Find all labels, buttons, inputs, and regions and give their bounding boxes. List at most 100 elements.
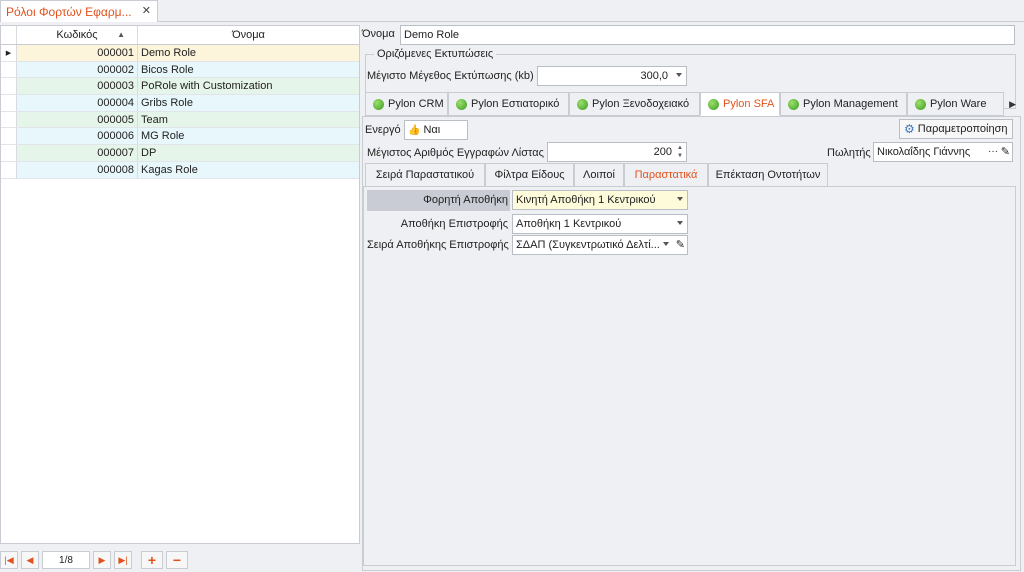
tab-label: Pylon SFA [723,98,775,110]
print-settings-group-title: Οριζόμενες Εκτυπώσεις [374,48,497,60]
table-row[interactable]: 000008 Kagas Role [1,161,359,179]
settings-button[interactable]: ⚙ Παραμετροποίηση [899,119,1013,139]
status-dot-icon [373,98,384,110]
active-label: Ενεργό [365,124,401,136]
tab-document-series[interactable]: Σειρά Παραστατικού [365,163,485,187]
row-indicator [1,128,17,145]
cell-code[interactable]: 000006 [17,128,138,145]
edit-pencil-icon[interactable]: ✎ [1001,145,1010,158]
cell-code[interactable]: 000007 [17,145,138,161]
previous-record-icon[interactable]: ◀ [21,551,39,569]
cell-code[interactable]: 000003 [17,78,138,95]
max-records-stepper[interactable]: 200 ▲ ▼ [547,142,687,162]
tab-documents[interactable]: Παραστατικά [624,163,708,187]
row-indicator [1,161,17,178]
cell-name[interactable]: DP [138,145,359,161]
return-series-value: ΣΔΑΠ (Συγκεντρωτικό Δελτί... [516,239,660,251]
cell-code[interactable]: 000002 [17,61,138,78]
stepper-arrows-icon[interactable]: ▲ ▼ [676,144,684,160]
row-indicator [1,145,17,161]
tab-label: Pylon Ware [930,98,987,110]
table-row[interactable]: 000003 PoRole with Customization [1,78,359,96]
active-value: Ναι [423,124,441,136]
tab-label: Επέκταση Οντοτήτων [715,169,821,181]
tab-label: Παραστατικά [634,169,698,181]
cell-name[interactable]: MG Role [138,128,359,145]
tab-other[interactable]: Λοιποί [574,163,624,187]
tab-pylon-management[interactable]: Pylon Management [780,92,907,116]
chevron-down-icon[interactable] [677,197,683,201]
edit-pencil-icon[interactable]: ✎ [676,238,685,251]
gear-icon: ⚙ [904,122,915,136]
delete-record-icon[interactable]: − [166,551,188,569]
ellipsis-button[interactable]: ··· [988,146,998,157]
column-header-code-label: Κωδικός [56,29,98,41]
max-print-value: 300,0 [640,70,668,82]
tab-entity-extension[interactable]: Επέκταση Οντοτήτων [708,163,828,187]
column-header-name[interactable]: Όνομα [138,26,359,44]
close-icon[interactable]: ✕ [142,4,151,17]
tab-pylon-ware[interactable]: Pylon Ware [907,92,1004,116]
tab-pylon-crm[interactable]: Pylon CRM [365,92,448,116]
store-label: Φορητή Αποθήκη [423,194,508,206]
thumbs-up-icon: 👍 [408,124,421,136]
row-indicator [1,95,17,111]
tab-label: Λοιποί [583,169,615,181]
table-row[interactable]: 000005 Team [1,111,359,129]
record-count: 1/8 [42,551,90,569]
tab-pylon-hotel[interactable]: Pylon Ξενοδοχειακό [569,92,700,116]
return-series-select[interactable]: ΣΔΑΠ (Συγκεντρωτικό Δελτί... ✎ [512,235,688,255]
tab-label: Σειρά Παραστατικού [375,169,475,181]
return-store-value: Αποθήκη 1 Κεντρικού [516,218,622,230]
tab-pylon-sfa[interactable]: Pylon SFA [700,92,780,116]
cell-name[interactable]: Kagas Role [138,161,359,178]
last-record-icon[interactable]: ▶| [114,551,132,569]
grid-header: Κωδικός ▲ Όνομα [1,26,359,45]
chevron-down-icon[interactable] [663,242,669,246]
max-print-field[interactable]: 300,0 [537,66,687,86]
table-row[interactable]: 000006 MG Role [1,128,359,146]
row-indicator-header [1,26,17,44]
first-record-icon[interactable]: |◀ [0,551,18,569]
cell-name[interactable]: Gribs Role [138,95,359,111]
table-row[interactable]: ▶ 000001 Demo Role [1,45,359,62]
table-row[interactable]: 000007 DP [1,145,359,162]
column-header-name-label: Όνομα [232,29,265,41]
cell-name[interactable]: Bicos Role [138,61,359,78]
status-dot-icon [577,98,588,110]
cell-code[interactable]: 000004 [17,95,138,111]
table-row[interactable]: 000002 Bicos Role [1,61,359,79]
tab-item-filters[interactable]: Φίλτρα Είδους [485,163,574,187]
cell-name[interactable]: Demo Role [138,45,359,61]
add-record-icon[interactable]: + [141,551,163,569]
chevron-down-icon[interactable] [676,73,682,77]
return-store-select[interactable]: Αποθήκη 1 Κεντρικού [512,214,688,234]
tab-scroll-right-icon[interactable]: ▶ [1009,99,1016,110]
column-header-code[interactable]: Κωδικός ▲ [17,26,138,44]
chevron-down-icon[interactable] [677,221,683,225]
cell-code[interactable]: 000005 [17,111,138,128]
table-row[interactable]: 000004 Gribs Role [1,95,359,112]
name-label: Όνομα [362,28,395,40]
portable-store-select[interactable]: Κινητή Αποθήκη 1 Κεντρικού [512,190,688,210]
tab-label: Pylon CRM [388,98,444,110]
max-records-value: 200 [653,146,672,158]
roles-grid: Κωδικός ▲ Όνομα ▶ 000001 Demo Role 00000… [0,25,360,544]
cell-name[interactable]: Team [138,111,359,128]
tab-label: Pylon Εστιατορικό [471,98,560,110]
portable-store-value: Κινητή Αποθήκη 1 Κεντρικού [516,194,656,206]
cell-name[interactable]: PoRole with Customization [138,78,359,95]
name-field[interactable]: Demo Role [400,25,1015,45]
document-tab-title: Ρόλοι Φορτών Εφαρμ... [6,4,132,19]
seller-field[interactable]: Νικολαΐδης Γιάννης ··· ✎ [873,142,1013,162]
seller-value: Νικολαΐδης Γιάννης [877,146,971,158]
return-series-label: Σειρά Αποθήκης Επιστροφής [367,239,509,251]
cell-code[interactable]: 000001 [17,45,138,61]
cell-code[interactable]: 000008 [17,161,138,178]
status-dot-icon [456,98,467,110]
document-tab[interactable]: Ρόλοι Φορτών Εφαρμ... ✕ [0,0,158,22]
tab-pylon-restaurant[interactable]: Pylon Εστιατορικό [448,92,569,116]
active-field[interactable]: 👍 Ναι [404,120,468,140]
next-record-icon[interactable]: ▶ [93,551,111,569]
tab-label: Φίλτρα Είδους [494,169,565,181]
